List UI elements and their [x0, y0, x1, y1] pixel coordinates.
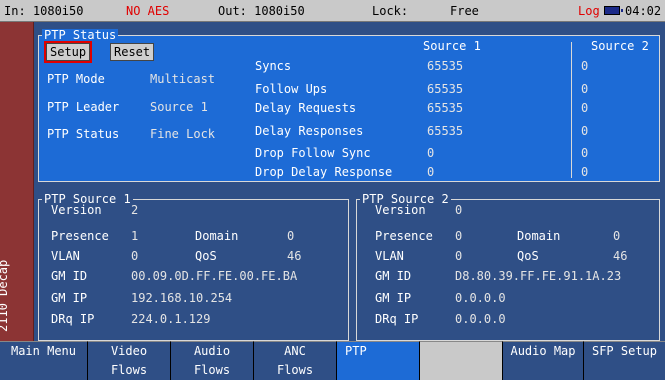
- ptp-mode-value: Multicast: [150, 72, 216, 86]
- drq-ip-value: 0.0.0.0: [455, 312, 506, 326]
- domain-value: 0: [287, 229, 295, 243]
- ptp-leader-label: PTP Leader: [47, 100, 120, 114]
- stat-source2-value: 0: [581, 101, 589, 115]
- qos-label: QoS: [195, 249, 217, 263]
- vlan-label: VLAN: [375, 249, 404, 263]
- softkey-audio-flows[interactable]: Audio Flows: [171, 341, 254, 380]
- stat-source2-value: 0: [581, 146, 589, 160]
- reset-button[interactable]: Reset: [110, 43, 155, 61]
- softkey-label: Main Menu: [10, 344, 77, 358]
- gm-id-label: GM ID: [51, 269, 88, 283]
- softkey-label: PTP: [345, 344, 367, 358]
- ptp-status-label: PTP Status: [47, 127, 120, 141]
- stat-source1-value: 65535: [427, 101, 464, 115]
- side-tab-label: 2110 Decap: [0, 259, 10, 332]
- stat-source1-value: 65535: [427, 82, 464, 96]
- qos-value: 46: [287, 249, 302, 263]
- vlan-label: VLAN: [51, 249, 80, 263]
- clock: 04:02: [625, 4, 662, 18]
- softkey-label: Video: [110, 344, 148, 358]
- softkey-label: SFP Setup: [591, 344, 658, 358]
- softkey-label: Flows: [193, 363, 231, 377]
- drq-ip-value: 224.0.1.129: [131, 312, 211, 326]
- vlan-value: 0: [131, 249, 139, 263]
- presence-label: Presence: [375, 229, 433, 243]
- softkey-blank: [420, 341, 503, 380]
- presence-label: Presence: [51, 229, 109, 243]
- gm-id-label: GM ID: [375, 269, 412, 283]
- gm-ip-value: 192.168.10.254: [131, 291, 233, 305]
- lock-value: Free: [450, 4, 479, 18]
- stat-label: Delay Requests: [255, 101, 357, 115]
- stat-source1-value: 0: [427, 146, 435, 160]
- version-label: Version: [51, 203, 102, 217]
- ptp-status-title: PTP Status: [42, 28, 119, 42]
- gm-ip-label: GM IP: [375, 291, 412, 305]
- drq-ip-label: DRq IP: [51, 312, 95, 326]
- ptp-source1-panel: PTP Source 1 Version 2 Presence 1 Domain…: [38, 193, 349, 341]
- softkey-audio-map[interactable]: Audio Map: [503, 341, 584, 380]
- presence-value: 0: [455, 229, 463, 243]
- softkey-ptp[interactable]: PTP: [337, 341, 420, 380]
- ptp-source2-panel: PTP Source 2 Version 0 Presence 0 Domain…: [356, 193, 660, 341]
- vlan-value: 0: [455, 249, 463, 263]
- version-value: 2: [131, 203, 139, 217]
- softkey-video-flows[interactable]: Video Flows: [88, 341, 171, 380]
- ptp-status-panel: PTP Status Setup Reset PTP Mode Multicas…: [38, 29, 660, 182]
- softkey-label: ANC: [284, 344, 306, 358]
- stat-label: Syncs: [255, 59, 292, 73]
- lock-label: Lock:: [372, 4, 409, 18]
- status-bar: In: 1080i50 NO AES Out: 1080i50 Lock: Fr…: [0, 0, 665, 22]
- column-divider: [571, 42, 572, 178]
- version-label: Version: [375, 203, 426, 217]
- side-tab[interactable]: 2110 Decap: [0, 22, 34, 342]
- ptp-leader-value: Source 1: [150, 100, 208, 114]
- stat-source1-value: 0: [427, 165, 435, 179]
- domain-label: Domain: [517, 229, 561, 243]
- softkey-label: Audio: [193, 344, 231, 358]
- input-format: In: 1080i50: [4, 4, 84, 18]
- stat-source1-value: 65535: [427, 124, 464, 138]
- domain-value: 0: [613, 229, 621, 243]
- stat-source1-value: 65535: [427, 59, 464, 73]
- version-value: 0: [455, 203, 463, 217]
- battery-icon: [604, 6, 623, 15]
- stat-label: Drop Follow Sync: [255, 146, 371, 160]
- stat-label: Follow Ups: [255, 82, 328, 96]
- stat-source2-value: 0: [581, 82, 589, 96]
- domain-label: Domain: [195, 229, 239, 243]
- presence-value: 1: [131, 229, 139, 243]
- gm-id-value: 00.09.0D.FF.FE.00.FE.BA: [131, 269, 298, 283]
- log-indicator[interactable]: Log: [578, 4, 600, 18]
- softkey-label: Flows: [276, 363, 314, 377]
- ptp-status-value: Fine Lock: [150, 127, 216, 141]
- source1-column-header: Source 1: [423, 39, 481, 53]
- softkey-bar: Main Menu Video Flows Audio Flows ANC Fl…: [0, 341, 665, 380]
- output-format: Out: 1080i50: [218, 4, 305, 18]
- softkey-label: Flows: [110, 363, 148, 377]
- stat-source2-value: 0: [581, 165, 589, 179]
- stat-source2-value: 0: [581, 59, 589, 73]
- qos-value: 46: [613, 249, 628, 263]
- gm-id-value: D8.80.39.FF.FE.91.1A.23: [455, 269, 622, 283]
- qos-label: QoS: [517, 249, 539, 263]
- softkey-label: Audio Map: [510, 344, 576, 358]
- stat-source2-value: 0: [581, 124, 589, 138]
- audio-status: NO AES: [126, 4, 170, 18]
- gm-ip-value: 0.0.0.0: [455, 291, 506, 305]
- drq-ip-label: DRq IP: [375, 312, 419, 326]
- source2-column-header: Source 2: [591, 39, 649, 53]
- gm-ip-label: GM IP: [51, 291, 88, 305]
- softkey-anc-flows[interactable]: ANC Flows: [254, 341, 337, 380]
- ptp-mode-label: PTP Mode: [47, 72, 105, 86]
- softkey-sfp-setup[interactable]: SFP Setup: [584, 341, 665, 380]
- softkey-main-menu[interactable]: Main Menu: [0, 341, 88, 380]
- stat-label: Drop Delay Response: [255, 165, 393, 179]
- stat-label: Delay Responses: [255, 124, 364, 138]
- setup-button[interactable]: Setup: [43, 41, 93, 63]
